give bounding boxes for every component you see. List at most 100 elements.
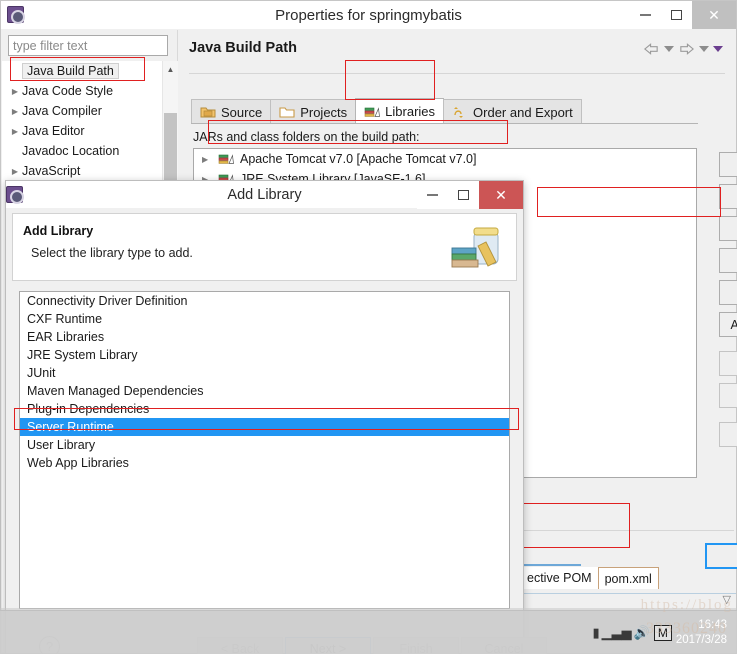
maximize-button[interactable]	[661, 1, 692, 29]
order-export-icon	[454, 107, 464, 118]
build-path-tabs: Source Projects Libraries Order and Expo…	[191, 98, 582, 124]
add-external-jars-button[interactable]: Add External JARs...	[719, 184, 737, 209]
add-library-button[interactable]: Add Library...	[719, 248, 737, 273]
add-library-window-controls: ✕	[417, 181, 523, 209]
window-title: Properties for springmybatis	[275, 6, 462, 24]
volume-icon[interactable]: 🔊	[634, 625, 650, 641]
close-button[interactable]: ✕	[692, 1, 736, 29]
library-type-item[interactable]: Maven Managed Dependencies	[20, 382, 509, 400]
sidebar-item-java-build-path[interactable]: Java Build Path	[2, 61, 162, 81]
minimize-button[interactable]	[630, 1, 661, 29]
show-hidden-icons-icon[interactable]: ▽	[723, 593, 731, 606]
library-type-item[interactable]: User Library	[20, 436, 509, 454]
tab-source[interactable]: Source	[191, 99, 272, 124]
libraries-books-icon	[364, 106, 381, 117]
library-type-item[interactable]: JUnit	[20, 364, 509, 382]
edit-button: Edit...	[719, 351, 737, 376]
minimize-button[interactable]	[417, 181, 448, 209]
add-external-class-folder-button[interactable]: Add External Class Folder...	[719, 312, 737, 337]
editor-tab-accent	[521, 564, 581, 566]
page-header: Java Build Path	[189, 40, 725, 68]
screen: Properties for springmybatis ✕ type filt…	[0, 0, 737, 654]
chevron-right-icon[interactable]: ▶	[8, 107, 22, 116]
library-type-list[interactable]: Connectivity Driver Definition CXF Runti…	[19, 291, 510, 609]
chevron-right-icon[interactable]: ▶	[8, 167, 22, 176]
build-path-action-buttons: Add JARs... Add External JARs... Add Var…	[719, 152, 737, 454]
sidebar-item-label: Java Compiler	[22, 104, 102, 118]
chevron-right-icon[interactable]: ▶	[8, 87, 22, 96]
eclipse-icon	[6, 186, 24, 204]
scroll-up-icon[interactable]: ▲	[163, 61, 178, 78]
add-library-subheading: Select the library type to add.	[31, 246, 193, 260]
jars-list-item-label: Apache Tomcat v7.0 [Apache Tomcat v7.0]	[240, 152, 477, 166]
library-type-item[interactable]: Web App Libraries	[20, 454, 509, 472]
network-icon[interactable]: ▮	[592, 625, 599, 641]
add-class-folder-button[interactable]: Add Class Folder...	[719, 280, 737, 305]
close-button[interactable]: ✕	[479, 181, 523, 209]
signal-icon[interactable]: ▁▃▅	[602, 625, 632, 641]
library-type-item[interactable]: CXF Runtime	[20, 310, 509, 328]
tab-projects[interactable]: Projects	[270, 99, 357, 124]
maximize-button[interactable]	[448, 181, 479, 209]
tray-icons[interactable]: ▮ ▁▃▅ 🔊	[592, 625, 649, 641]
tab-label: Source	[221, 104, 263, 120]
sidebar-item-java-compiler[interactable]: ▶ Java Compiler	[2, 101, 162, 121]
ok-button[interactable]: OK	[705, 543, 737, 569]
view-menu-icon[interactable]	[713, 46, 723, 52]
remove-button: Remove	[719, 383, 737, 408]
window-controls: ✕	[630, 1, 736, 29]
taskbar: ▽ ▮ ▁▃▅ 🔊 M 16:43 2017/3/28	[0, 594, 737, 654]
header-divider	[189, 73, 725, 74]
tab-label: Libraries	[385, 104, 436, 119]
tab-order-and-export[interactable]: Order and Export	[443, 99, 582, 124]
editor-tab-pom-xml[interactable]: pom.xml	[597, 567, 659, 589]
clock[interactable]: 16:43 2017/3/28	[676, 618, 731, 648]
add-library-heading: Add Library	[23, 224, 94, 238]
properties-titlebar: Properties for springmybatis ✕	[1, 1, 736, 29]
library-icon	[218, 154, 234, 164]
sidebar-item-javadoc-location[interactable]: Javadoc Location	[2, 141, 162, 161]
library-type-item[interactable]: EAR Libraries	[20, 328, 509, 346]
sidebar-item-label: Java Build Path	[22, 63, 119, 79]
add-variable-button[interactable]: Add Variable...	[719, 216, 737, 241]
sidebar-item-java-editor[interactable]: ▶ Java Editor	[2, 121, 162, 141]
library-type-item[interactable]: Plug-in Dependencies	[20, 400, 509, 418]
migrate-jar-file-button: Migrate JAR File...	[719, 422, 737, 447]
sidebar-item-label: JavaScript	[22, 164, 81, 178]
sidebar-item-label: Java Code Style	[22, 84, 114, 98]
clock-time: 16:43	[698, 619, 727, 631]
chevron-right-icon[interactable]: ▶	[8, 127, 22, 136]
library-type-item[interactable]: JRE System Library	[20, 346, 509, 364]
back-arrow-icon[interactable]	[643, 42, 660, 56]
tabs-underline	[191, 123, 698, 124]
eclipse-icon	[7, 6, 25, 24]
jars-list-item[interactable]: ▶ Apache Tomcat v7.0 [Apache Tomcat v7.0…	[194, 149, 696, 169]
jar-with-books-icon	[451, 227, 499, 268]
library-type-item[interactable]: Connectivity Driver Definition	[20, 292, 509, 310]
editor-tabs: ective POM pom.xml	[521, 567, 659, 589]
editor-tab-effective-pom[interactable]: ective POM	[521, 567, 598, 589]
library-type-item-selected[interactable]: Server Runtime	[20, 418, 509, 436]
forward-arrow-icon[interactable]	[678, 42, 695, 56]
tab-label: Order and Export	[473, 104, 573, 120]
add-jars-button[interactable]: Add JARs...	[719, 152, 737, 177]
editor-tab-baseline	[517, 593, 736, 594]
source-folder-icon	[200, 107, 216, 118]
projects-folder-icon	[279, 107, 295, 118]
system-tray: ▮ ▁▃▅ 🔊 M 16:43 2017/3/28	[592, 611, 731, 654]
jars-list-label: JARs and class folders on the build path…	[193, 130, 420, 144]
ime-indicator[interactable]: M	[653, 625, 672, 641]
page-nav-icons	[643, 42, 723, 56]
back-dropdown-icon[interactable]	[664, 46, 674, 52]
add-library-dialog: Add Library ✕ Add Library Select the lib…	[5, 180, 547, 654]
add-library-titlebar: Add Library ✕	[6, 181, 523, 209]
forward-dropdown-icon[interactable]	[699, 46, 709, 52]
tab-label: Projects	[300, 104, 348, 120]
sidebar-item-java-code-style[interactable]: ▶ Java Code Style	[2, 81, 162, 101]
chevron-right-icon[interactable]: ▶	[202, 155, 218, 164]
tab-libraries[interactable]: Libraries	[355, 98, 445, 124]
sidebar-item-label: Javadoc Location	[22, 144, 120, 158]
clock-date: 2017/3/28	[675, 634, 727, 646]
sidebar-item-javascript[interactable]: ▶ JavaScript	[2, 161, 162, 181]
filter-input[interactable]: type filter text	[8, 35, 168, 56]
